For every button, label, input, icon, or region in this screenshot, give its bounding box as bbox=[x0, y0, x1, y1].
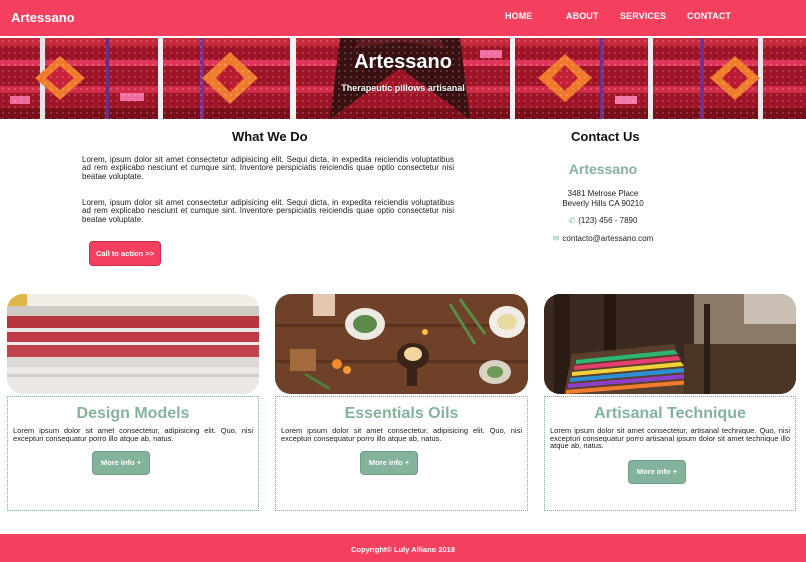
phone-icon: ✆ bbox=[568, 216, 576, 225]
card-title: Essentials Oils bbox=[344, 405, 459, 422]
contact-email-text[interactable]: contacto@artessano.com bbox=[562, 234, 653, 243]
card-artisanal-technique: Artisanal Technique Lorem ipsum dolor si… bbox=[544, 396, 796, 511]
contact-phone: ✆ (123) 456 - 7890 bbox=[490, 216, 716, 225]
contact-brand: Artessano bbox=[568, 161, 638, 177]
call-to-action-button[interactable]: Call to action >> bbox=[89, 241, 161, 266]
card-design-models: Design Models Lorem ipsum dolor sit amet… bbox=[7, 396, 259, 511]
more-info-button[interactable]: More info + bbox=[628, 460, 686, 484]
card-image-design-models bbox=[7, 294, 259, 394]
footer-copyright: Copyright© Luly Alliano 2018 bbox=[350, 545, 455, 554]
card-text: Lorem ipsum dolor sit amet consectetur, … bbox=[281, 426, 522, 443]
card-image-essential-oils bbox=[275, 294, 528, 394]
envelope-icon: ✉ bbox=[552, 234, 560, 243]
about-paragraph-1: Lorem, ipsum dolor sit amet consectetur … bbox=[82, 155, 454, 181]
contact-address-line1: 3481 Melrose Place bbox=[567, 189, 639, 198]
contact-phone-text: (123) 456 - 7890 bbox=[578, 216, 638, 225]
nav-link-about[interactable]: ABOUT bbox=[566, 11, 599, 21]
card-image-artisanal-technique bbox=[544, 294, 796, 394]
more-info-button[interactable]: More info + bbox=[92, 451, 150, 475]
card-title: Artisanal Technique bbox=[594, 405, 746, 422]
nav-link-home[interactable]: HOME bbox=[505, 11, 532, 21]
more-info-button[interactable]: More info + bbox=[360, 451, 418, 475]
about-paragraph-2: Lorem, ipsum dolor sit amet consectetur … bbox=[82, 198, 454, 224]
contact-us-heading: Contact Us bbox=[571, 129, 640, 144]
contact-email[interactable]: ✉ contacto@artessano.com bbox=[490, 234, 716, 243]
card-essential-oils: Essentials Oils Lorem ipsum dolor sit am… bbox=[275, 396, 528, 511]
card-text: Lorem ipsum dolor sit amet consectetur, … bbox=[13, 426, 253, 443]
card-title: Design Models bbox=[76, 405, 190, 422]
contact-address-line2: Beverly Hills CA 90210 bbox=[562, 199, 644, 208]
hero-banner: Artessano Therapeutic pillows artisanal bbox=[0, 38, 806, 119]
navbar-brand[interactable]: Artessano bbox=[11, 10, 75, 25]
what-we-do-heading: What We Do bbox=[232, 129, 308, 144]
hero-subtitle: Therapeutic pillows artisanal bbox=[341, 83, 465, 93]
hero-title: Artessano bbox=[354, 51, 452, 73]
top-navbar: Artessano HOME ABOUT SERVICES CONTACT bbox=[0, 0, 806, 36]
footer: Copyright© Luly Alliano 2018 bbox=[0, 534, 806, 562]
nav-link-contact[interactable]: CONTACT bbox=[687, 11, 731, 21]
nav-link-services[interactable]: SERVICES bbox=[620, 11, 666, 21]
card-text: Lorem ipsum dolor sit amet consectetur, … bbox=[550, 426, 790, 451]
